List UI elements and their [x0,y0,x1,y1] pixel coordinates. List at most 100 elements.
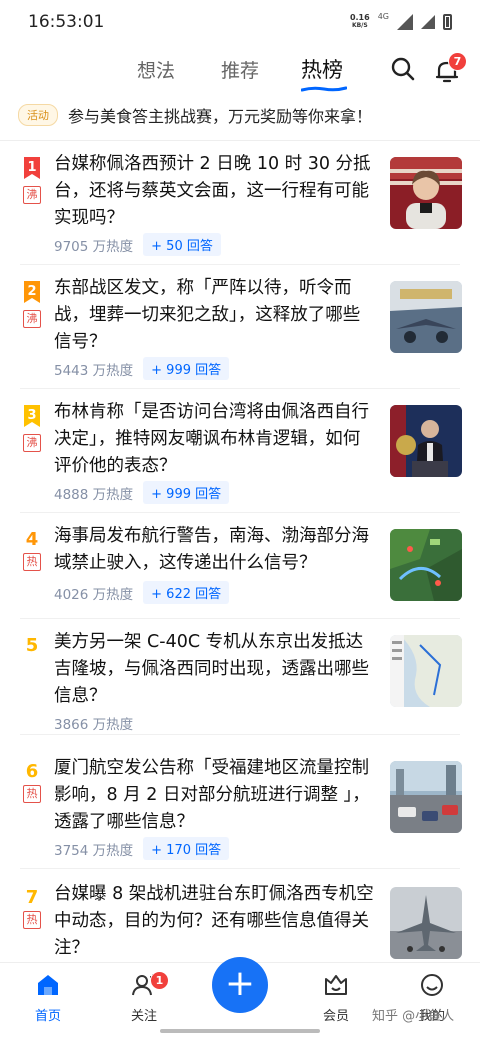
hot-item-2[interactable]: 2 沸 东部战区发文，称「严阵以待，听令而战，埋葬一切来犯之敌」，这释放了哪些信… [0,269,480,387]
answers-count[interactable]: + 999 回答 [143,357,230,380]
rank-tag-hot: 热 [23,785,41,803]
rank-ribbon-icon: 1 [24,157,40,179]
rank-ribbon-icon: 2 [24,281,40,303]
rank-number: 6 [25,761,39,782]
item-title[interactable]: 厦门航空发公告称「受福建地区流量控制影响，8 月 2 日对部分航班进行调整 」，… [54,755,374,836]
nav-follow[interactable]: 1 关注 [114,971,174,1024]
search-button[interactable] [390,56,416,82]
item-title[interactable]: 台媒曝 8 架战机进驻台东盯佩洛西专机空中动态，目的为何？还有哪些信息值得关注？ [54,881,374,962]
item-title[interactable]: 台媒称佩洛西预计 2 日晚 10 时 30 分抵台，还将与蔡英文会面，这一行程有… [54,151,374,232]
item-thumbnail [390,887,462,959]
heat-count: 4888 万热度 [54,486,134,503]
rank-ribbon-icon: 3 [24,405,40,427]
battery-icon [443,14,452,30]
rank-indicator: 5 [22,635,42,656]
rank-tag-hot: 热 [23,553,41,571]
promo-banner[interactable]: 活动 参与美食答主挑战赛，万元奖励等你来拿！ [18,100,464,130]
rank-indicator: 3 沸 [22,405,42,452]
item-meta: 4026 万热度 + 622 回答 [54,581,230,604]
hot-item-4[interactable]: 4 热 海事局发布航行警告，南海、渤海部分海域禁止驶入，这传递出什么信号？ 40… [0,517,480,617]
home-indicator[interactable] [160,1029,320,1033]
rank-indicator: 6 热 [22,761,42,803]
item-thumbnail [390,405,462,477]
status-bar: 16:53:01 0.16 KB/S 4G [0,0,480,44]
watermark: 知乎 @小鱼人 [372,1009,455,1024]
answers-count[interactable]: + 170 回答 [143,837,230,860]
tab-recommend[interactable]: 推荐 [221,56,259,83]
divider [20,388,460,389]
rank-number: 5 [25,635,39,656]
rank-indicator: 1 沸 [22,157,42,204]
item-thumbnail [390,157,462,229]
rank-tag-boiling: 沸 [23,434,41,452]
nav-vip[interactable]: 会员 [306,973,366,1024]
signal-icon [397,14,413,30]
heat-count: 4026 万热度 [54,586,134,603]
nav-vip-label: 会员 [322,1009,349,1024]
hot-item-6[interactable]: 6 热 厦门航空发公告称「受福建地区流量控制影响，8 月 2 日对部分航班进行调… [0,749,480,867]
rank-number: 4 [25,529,39,550]
item-title[interactable]: 布林肯称「是否访问台湾将由佩洛西自行决定」，推特网友嘲讽布林肯逻辑，如何评价他的… [54,399,374,480]
hot-item-5[interactable]: 5 美方另一架 C-40C 专机从东京出发抵达吉隆坡，与佩洛西同时出现，透露出哪… [0,623,480,733]
tab-hot-list[interactable]: 热榜 [301,54,347,92]
clock: 16:53:01 [28,12,105,32]
hot-item-1[interactable]: 1 沸 台媒称佩洛西预计 2 日晚 10 时 30 分抵台，还将与蔡英文会面，这… [0,145,480,263]
top-nav: 想法 推荐 热榜 7 [0,44,480,94]
item-meta: 3866 万热度 [54,713,133,733]
hot-item-7[interactable]: 7 热 台媒曝 8 架战机进驻台东盯佩洛西专机空中动态，目的为何？还有哪些信息值… [0,875,480,963]
item-meta: 5443 万热度 + 999 回答 [54,357,230,380]
svg-text:1: 1 [27,160,36,175]
svg-text:3: 3 [27,408,36,423]
item-thumbnail [390,529,462,601]
network-type: 4G [377,11,389,21]
heat-count: 5443 万热度 [54,362,134,379]
answers-count[interactable]: + 622 回答 [143,581,230,604]
item-title[interactable]: 东部战区发文，称「严阵以待，听令而战，埋葬一切来犯之敌」，这释放了哪些信号？ [54,275,374,356]
rank-tag-hot: 热 [23,911,41,929]
rank-indicator: 7 热 [22,887,42,929]
nav-home[interactable]: 首页 [18,973,78,1024]
hot-item-3[interactable]: 3 沸 布林肯称「是否访问台湾将由佩洛西自行决定」，推特网友嘲讽布林肯逻辑，如何… [0,393,480,511]
net-speed-indicator: 0.16 KB/S [349,13,370,30]
divider [20,512,460,513]
vip-icon [325,975,347,995]
divider [20,868,460,869]
search-icon [391,57,415,81]
divider [20,618,460,619]
divider [0,140,480,141]
rank-number: 7 [25,887,39,908]
item-meta: 3754 万热度 + 170 回答 [54,837,230,860]
rank-tag-boiling: 沸 [23,310,41,328]
rank-indicator: 2 沸 [22,281,42,328]
item-title[interactable]: 海事局发布航行警告，南海、渤海部分海域禁止驶入，这传递出什么信号？ [54,523,374,577]
heat-count: 3754 万热度 [54,842,134,859]
signal-icon-2 [421,15,435,29]
follow-badge: 1 [150,971,169,990]
profile-icon [421,974,443,996]
active-tab-indicator [301,86,347,92]
tab-hot-list-label: 热榜 [301,58,343,82]
item-title[interactable]: 美方另一架 C-40C 专机从东京出发抵达吉隆坡，与佩洛西同时出现，透露出哪些信… [54,629,374,710]
notification-badge: 7 [448,52,467,71]
status-icons: 0.16 KB/S 4G [349,11,452,30]
svg-text:2: 2 [27,284,36,299]
heat-count: 3866 万热度 [54,717,134,733]
nav-home-label: 首页 [34,1009,61,1024]
item-meta: 4888 万热度 + 999 回答 [54,481,230,504]
rank-indicator: 4 热 [22,529,42,571]
answers-count[interactable]: + 50 回答 [143,233,221,256]
rank-tag-boiling: 沸 [23,186,41,204]
nav-follow-label: 关注 [130,1009,157,1024]
notifications-button[interactable]: 7 [434,52,467,84]
divider [20,734,460,735]
item-thumbnail [390,281,462,353]
bottom-nav: 首页 1 关注 + 会员 我的 知乎 @小鱼人 [0,957,480,1041]
add-button[interactable]: + [212,957,268,1013]
tab-ideas[interactable]: 想法 [137,56,175,83]
heat-count: 9705 万热度 [54,238,134,255]
item-thumbnail [390,635,462,707]
answers-count[interactable]: + 999 回答 [143,481,230,504]
promo-text: 参与美食答主挑战赛，万元奖励等你来拿！ [68,107,373,126]
divider [20,264,460,265]
promo-tag: 活动 [18,104,58,126]
